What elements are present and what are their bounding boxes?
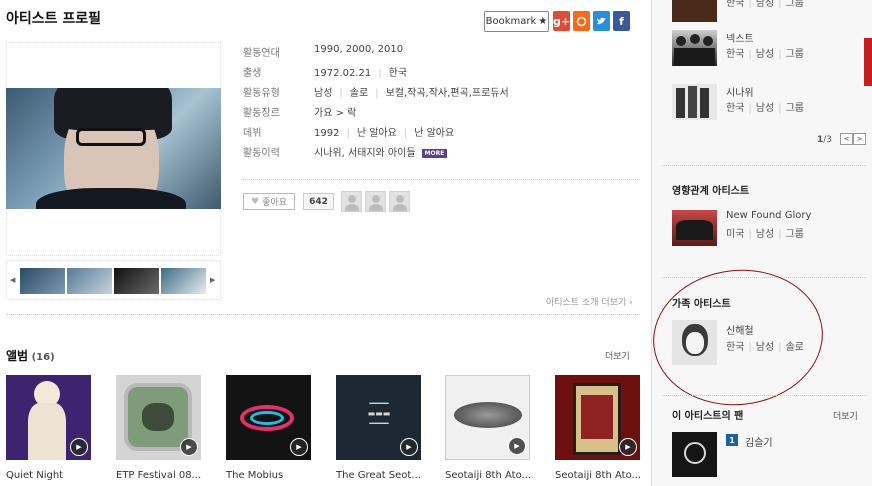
history-text[interactable]: 시나위, 서태지와 아이들	[314, 148, 416, 159]
facebook-share-button[interactable]: f	[613, 11, 630, 31]
genre-value[interactable]: 가요 > 락	[314, 104, 356, 119]
birth-date: 1972.02.21	[314, 68, 372, 79]
type-label: 활동유형	[243, 88, 280, 99]
birth-country: 한국	[388, 68, 408, 79]
album-count: (16)	[31, 352, 55, 363]
googleplus-share-button[interactable]: g+	[553, 11, 570, 31]
fan-avatar-icon[interactable]	[365, 191, 386, 212]
side-tab[interactable]	[864, 38, 872, 86]
artist-photo[interactable]	[6, 88, 221, 209]
birth-label: 출생	[243, 68, 262, 79]
birth-value: 1972.02.21 | 한국	[314, 68, 408, 79]
genre-label: 활동장르	[243, 108, 280, 119]
like-button[interactable]: ♥ 좋아요	[243, 193, 295, 210]
similar-artist-name[interactable]: 넥스트	[726, 30, 754, 45]
bookmark-button[interactable]: Bookmark ★	[484, 11, 549, 32]
play-icon[interactable]: ▶	[180, 438, 198, 456]
page-title: 아티스트 프로필	[6, 11, 102, 27]
similar-artist-meta: 한국 | 남성 | 그룹	[726, 49, 804, 60]
album-title[interactable]: The Mobius	[226, 470, 326, 481]
fan-name[interactable]: 김슬기	[745, 434, 773, 449]
more-badge[interactable]: MORE	[421, 148, 448, 158]
divider	[6, 314, 640, 315]
star-icon: ★	[538, 16, 548, 27]
debut-album-link[interactable]: 난 알아요	[414, 128, 454, 139]
album-cover[interactable]: ▶	[226, 375, 311, 460]
photo-thumbnail[interactable]	[114, 268, 159, 294]
play-icon[interactable]: ▶	[290, 438, 308, 456]
similar-artist-thumb[interactable]	[672, 30, 717, 66]
type-value: 남성 | 솔로 | 보컬,작곡,작사,편곡,프로듀서	[314, 88, 509, 99]
fans-more-link[interactable]: 더보기	[833, 409, 858, 422]
type-roles: 보컬,작곡,작사,편곡,프로듀서	[385, 88, 509, 99]
album-title[interactable]: ETP Festival 08...	[116, 470, 216, 481]
debut-value: 1992 | 난 알아요 | 난 알아요	[314, 128, 455, 139]
next-thumb-arrow-icon[interactable]: ▶	[210, 276, 215, 284]
prev-thumb-arrow-icon[interactable]: ◀	[10, 276, 15, 284]
album-cover[interactable]: ━━━━ ▬▬▬ ━━━━ ▶	[336, 375, 421, 460]
photo-thumbnail[interactable]	[20, 268, 65, 294]
kakao-share-button[interactable]	[573, 11, 590, 31]
influence-artist-name[interactable]: New Found Glory	[726, 210, 811, 221]
similar-artist-meta: 한국 | 남성 | 그룹	[726, 103, 804, 114]
twitter-share-button[interactable]	[593, 11, 610, 31]
pager-next-button[interactable]: >	[853, 133, 866, 145]
kakao-icon	[576, 16, 587, 26]
influence-artist-thumb[interactable]	[672, 210, 717, 246]
album-cover[interactable]: ▶	[555, 375, 640, 460]
influence-artist-meta: 미국 | 남성 | 그룹	[726, 229, 804, 240]
album-title[interactable]: The Great Seot...	[336, 470, 436, 481]
album-cover[interactable]: ▶	[116, 375, 201, 460]
twitter-icon	[597, 17, 606, 25]
album-section-header: 앨범 (16)	[6, 347, 55, 364]
history-label: 활동이력	[243, 148, 280, 159]
pager-prev-button[interactable]: <	[840, 133, 853, 145]
active-years-label: 활동연대	[243, 48, 280, 59]
album-title[interactable]: Seotaiji 8th Ato...	[555, 470, 655, 481]
similar-artist-name[interactable]: 시나위	[726, 84, 754, 99]
debut-label: 데뷔	[243, 128, 262, 139]
photo-thumbnail[interactable]	[161, 268, 206, 294]
pager-indicator: 1/3	[817, 135, 833, 145]
type-form: 솔로	[349, 88, 369, 99]
play-icon[interactable]: ▶	[619, 438, 637, 456]
play-icon[interactable]: ▶	[70, 438, 88, 456]
artist-intro-more-link[interactable]: 아티스트 소개 더보기 ›	[546, 295, 633, 308]
divider	[662, 165, 867, 166]
photo-thumbnail[interactable]	[67, 268, 112, 294]
album-cover[interactable]: ▶	[445, 375, 530, 460]
fans-section-title: 이 아티스트의 팬	[672, 411, 744, 422]
influence-section-title: 영향관계 아티스트	[672, 186, 750, 197]
type-gender: 남성	[314, 88, 333, 99]
divider	[243, 179, 640, 180]
bookmark-label: Bookmark	[485, 16, 537, 27]
album-title[interactable]: Quiet Night	[6, 470, 106, 481]
fan-avatar-icon[interactable]	[341, 191, 362, 212]
similar-artist-meta: 한국 | 남성 | 그룹	[726, 0, 804, 9]
divider	[662, 395, 867, 396]
like-count: 642	[303, 193, 334, 210]
fan-thumb[interactable]	[672, 432, 717, 477]
album-section-title: 앨범	[6, 349, 29, 363]
fan-rank-badge: 1	[726, 434, 738, 446]
fan-avatar-icon[interactable]	[389, 191, 410, 212]
heart-icon: ♥	[251, 196, 260, 207]
active-years-value: 1990, 2000, 2010	[314, 44, 404, 55]
similar-artist-thumb[interactable]	[672, 84, 717, 120]
like-label: 좋아요	[262, 198, 287, 208]
album-more-link[interactable]: 더보기	[605, 349, 630, 362]
play-icon[interactable]: ▶	[400, 438, 418, 456]
album-cover[interactable]: ▶	[6, 375, 91, 460]
debut-year: 1992	[314, 128, 340, 139]
album-title[interactable]: Seotaiji 8th Ato...	[445, 470, 545, 481]
history-value: 시나위, 서태지와 아이들 MORE	[314, 144, 448, 159]
debut-song-link[interactable]: 난 알아요	[357, 128, 397, 139]
similar-artist-thumb[interactable]	[672, 0, 717, 22]
play-icon[interactable]: ▶	[508, 437, 526, 455]
